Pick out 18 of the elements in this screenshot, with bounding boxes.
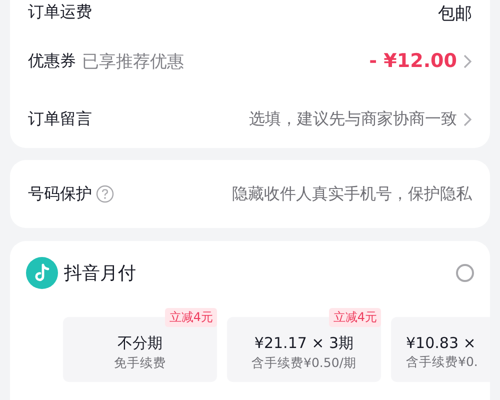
help-icon[interactable] [96, 185, 114, 203]
discount-badge: 立减4元 [329, 308, 381, 327]
radio-button[interactable] [456, 264, 474, 282]
row-value: 隐藏收件人真实手机号，保护隐私 [232, 184, 472, 204]
row-hint: 已享推荐优惠 [82, 50, 184, 72]
row-label: 订单留言 [28, 108, 92, 130]
chevron-right-icon [463, 112, 472, 126]
payment-name: 抖音月付 [64, 262, 136, 285]
row-label: 订单运费 [28, 2, 92, 23]
row-value[interactable]: - ¥12.00 [369, 50, 457, 72]
discount-badge: 立减4元 [165, 308, 217, 327]
installment-option[interactable]: ¥10.83 × 含手续费¥0. [391, 317, 490, 382]
row-value[interactable]: 选填，建议先与商家协商一致 [249, 108, 457, 130]
row-label: 号码保护 [28, 184, 92, 204]
music-note-icon [26, 257, 58, 289]
row-value: 包邮 [438, 3, 472, 25]
row-label: 优惠券 [28, 50, 76, 72]
chevron-right-icon [463, 54, 472, 68]
